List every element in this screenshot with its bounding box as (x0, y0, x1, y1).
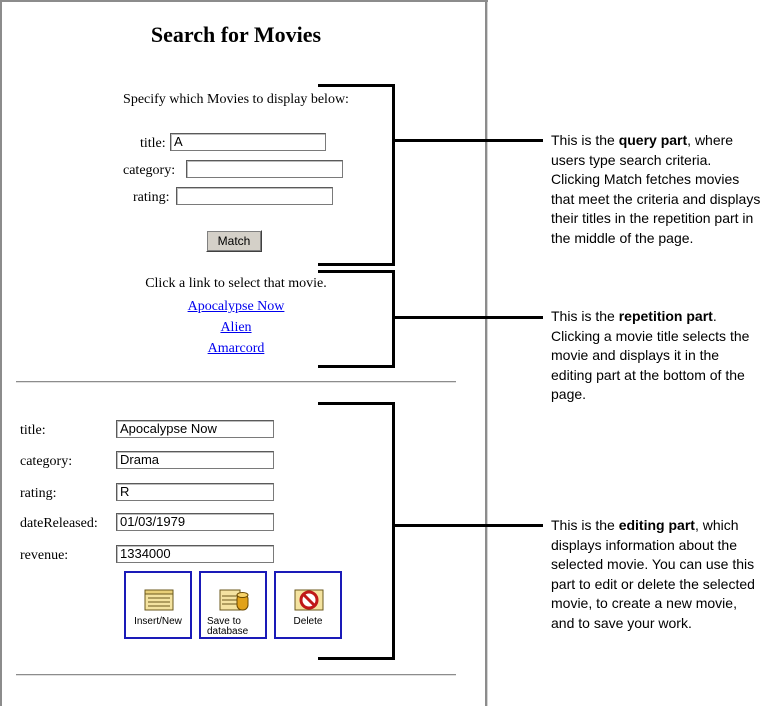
edit-revenue-input[interactable]: 1334000 (116, 545, 274, 563)
repetition-part-bracket (318, 270, 395, 368)
movie-link-alien[interactable]: Alien (220, 320, 251, 335)
query-rating-input[interactable] (176, 187, 333, 205)
query-rating-label: rating: (133, 190, 170, 205)
divider-bottom (16, 674, 456, 676)
query-note-bold: query part (618, 132, 688, 148)
editing-note-pre: This is the (551, 517, 619, 533)
query-note-post: , where users type search criteria. Clic… (551, 132, 761, 246)
movie-link-apocalypse-now[interactable]: Apocalypse Now (188, 299, 285, 314)
insert-new-button[interactable]: Insert/New (124, 571, 192, 639)
query-category-label: category: (123, 163, 176, 178)
repetition-note-pre: This is the (551, 308, 619, 324)
repetition-note-bold: repetition part (618, 308, 713, 324)
query-note-pre: This is the (551, 132, 619, 148)
edit-rating-input[interactable]: R (116, 483, 274, 501)
insert-new-icon (144, 589, 174, 611)
divider-top (16, 381, 456, 383)
query-title-label: title: (140, 136, 166, 151)
query-title-input[interactable]: A (170, 133, 326, 151)
edit-date-released-input[interactable]: 01/03/1979 (116, 513, 274, 531)
movie-link-amarcord[interactable]: Amarcord (208, 341, 265, 356)
edit-category-label: category: (20, 454, 73, 469)
page-title: Search for Movies (150, 22, 322, 47)
repetition-part-connector (395, 316, 543, 319)
repetition-part-note: This is the repetition part. Clicking a … (551, 307, 762, 405)
edit-revenue-label: revenue: (20, 548, 69, 563)
save-to-database-label: Save to database (201, 617, 265, 637)
query-part-connector (395, 139, 543, 142)
match-button[interactable]: Match (206, 230, 262, 252)
edit-category-input[interactable]: Drama (116, 451, 274, 469)
editing-part-bracket (318, 402, 395, 660)
save-label-line2: database (207, 626, 249, 637)
save-to-database-icon (219, 589, 249, 611)
movie-list: Apocalypse Now Alien Amarcord (0, 296, 472, 359)
edit-date-released-label: dateReleased: (20, 516, 98, 531)
query-instruction: Specify which Movies to display below: (123, 92, 349, 107)
insert-new-label: Insert/New (134, 616, 182, 627)
edit-title-input[interactable]: Apocalypse Now (116, 420, 274, 438)
query-part-bracket (318, 84, 395, 266)
query-part-note: This is the query part, where users type… (551, 131, 762, 248)
save-to-database-button[interactable]: Save to database (199, 571, 267, 639)
repetition-instruction: Click a link to select that movie. (145, 276, 327, 291)
editing-note-post: , which displays information about the s… (551, 517, 755, 631)
edit-title-label: title: (20, 423, 46, 438)
editing-part-note: This is the editing part, which displays… (551, 516, 762, 633)
editing-note-bold: editing part (618, 517, 695, 533)
edit-rating-label: rating: (20, 486, 57, 501)
editing-part-connector (395, 524, 543, 527)
